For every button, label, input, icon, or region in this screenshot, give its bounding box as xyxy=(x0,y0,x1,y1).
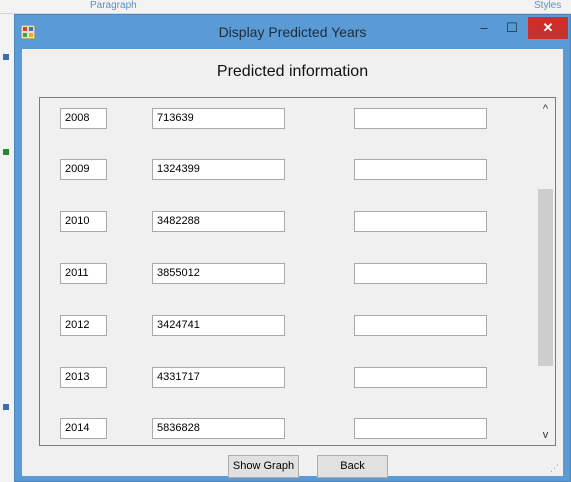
year-field[interactable]: 2009 xyxy=(60,159,107,180)
predictions-scroll-panel[interactable]: 2008 713639 2009 1324399 2010 3482288 20… xyxy=(39,97,556,446)
window-client-area: Predicted information 2008 713639 2009 1… xyxy=(22,49,563,478)
extra-field[interactable] xyxy=(354,367,487,388)
close-button[interactable]: ✕ xyxy=(528,17,568,39)
page-heading: Predicted information xyxy=(216,63,369,80)
doc-marker xyxy=(3,404,9,410)
background-document-edge xyxy=(0,14,14,482)
extra-field[interactable] xyxy=(354,159,487,180)
predicted-value-field[interactable]: 4331717 xyxy=(152,367,285,388)
extra-field[interactable] xyxy=(354,211,487,232)
ribbon-group-paragraph: Paragraph xyxy=(90,0,137,11)
year-field[interactable]: 2011 xyxy=(60,263,107,284)
year-field[interactable]: 2008 xyxy=(60,108,107,129)
vertical-scrollbar[interactable]: ^ v xyxy=(536,98,555,445)
title-bar[interactable]: Display Predicted Years – ☐ ✕ xyxy=(15,15,570,49)
predicted-value-field[interactable]: 3855012 xyxy=(152,263,285,284)
predicted-value-field[interactable]: 1324399 xyxy=(152,159,285,180)
background-ribbon: Paragraph Styles xyxy=(0,0,571,14)
resize-grip-icon[interactable]: ⋰ xyxy=(550,463,560,473)
predicted-value-field[interactable]: 713639 xyxy=(152,108,285,129)
maximize-button[interactable]: ☐ xyxy=(498,17,526,39)
predicted-value-field[interactable]: 3482288 xyxy=(152,211,285,232)
predicted-value-field[interactable]: 5836828 xyxy=(152,418,285,439)
scroll-thumb[interactable] xyxy=(538,189,553,366)
year-field[interactable]: 2012 xyxy=(60,315,107,336)
extra-field[interactable] xyxy=(354,108,487,129)
extra-field[interactable] xyxy=(354,418,487,439)
doc-marker xyxy=(3,54,9,60)
show-graph-button[interactable]: Show Graph xyxy=(228,455,299,478)
back-button[interactable]: Back xyxy=(317,455,388,478)
year-field[interactable]: 2014 xyxy=(60,418,107,439)
year-field[interactable]: 2010 xyxy=(60,211,107,232)
minimize-button[interactable]: – xyxy=(470,17,498,39)
scroll-down-icon[interactable]: v xyxy=(536,426,555,444)
doc-marker xyxy=(3,149,9,155)
ribbon-group-styles: Styles xyxy=(534,0,562,11)
predicted-value-field[interactable]: 3424741 xyxy=(152,315,285,336)
predicted-years-window: Display Predicted Years – ☐ ✕ Predicted … xyxy=(14,14,571,482)
extra-field[interactable] xyxy=(354,263,487,284)
extra-field[interactable] xyxy=(354,315,487,336)
year-field[interactable]: 2013 xyxy=(60,367,107,388)
scroll-up-icon[interactable]: ^ xyxy=(536,100,555,118)
